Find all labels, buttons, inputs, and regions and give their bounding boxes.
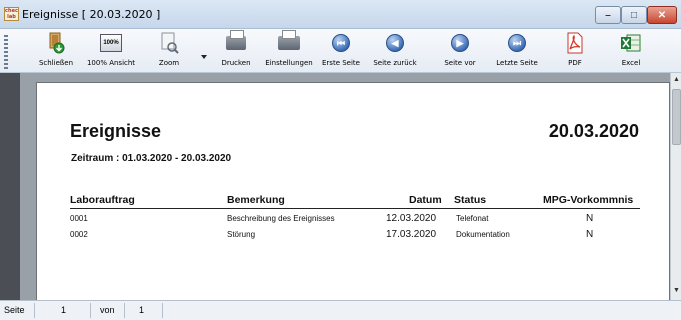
minimize-button[interactable]: – — [595, 6, 621, 24]
status-bar: Seite 1 von 1 — [0, 300, 681, 320]
zoom-100-button[interactable]: 100% 100% Ansicht — [86, 32, 136, 70]
toolbar-grip[interactable] — [4, 35, 8, 69]
toolbar: Schließen 100% 100% Ansicht Zoom Drucken… — [0, 29, 681, 73]
maximize-button[interactable]: □ — [621, 6, 647, 24]
close-door-icon — [45, 32, 67, 54]
first-page-label: Erste Seite — [322, 59, 360, 67]
printer-icon — [225, 30, 247, 54]
printer-settings-icon — [278, 30, 300, 54]
scroll-up-icon[interactable]: ▲ — [672, 75, 681, 85]
next-page-label: Seite vor — [444, 59, 476, 67]
zoom-page-icon — [158, 32, 180, 54]
previous-page-button[interactable]: ◀ Seite zurück — [370, 32, 420, 70]
report-page: Ereignisse 20.03.2020 Zeitraum : 01.03.2… — [36, 82, 670, 300]
zoom-100-label: 100% Ansicht — [86, 59, 136, 67]
pdf-label: PDF — [568, 59, 582, 67]
cell-bemerkung: Beschreibung des Ereignisses — [227, 214, 335, 223]
app-icon: chec lab — [4, 7, 19, 21]
window-title-bar[interactable]: chec lab Ereignisse [ 20.03.2020 ] – □ ✕ — [0, 0, 681, 29]
previous-page-label: Seite zurück — [373, 59, 417, 67]
report-date-range: Zeitraum : 01.03.2020 - 20.03.2020 — [71, 153, 232, 164]
report-preview-area[interactable]: Ereignisse 20.03.2020 Zeitraum : 01.03.2… — [0, 73, 681, 300]
print-button[interactable]: Drucken — [216, 30, 256, 70]
close-window-button[interactable]: ✕ — [647, 6, 677, 24]
status-page-total: 1 — [139, 305, 145, 315]
cell-datum: 12.03.2020 — [386, 213, 437, 224]
cell-status: Dokumentation — [456, 230, 510, 239]
column-header-status: Status — [454, 194, 487, 206]
close-button[interactable]: Schließen — [36, 32, 76, 70]
cell-mpg: N — [586, 229, 594, 240]
next-page-icon: ▶ — [449, 32, 471, 54]
last-page-icon: ⏭ — [506, 32, 528, 54]
report-title: Ereignisse — [70, 121, 162, 141]
zoom-dropdown-caret-icon[interactable] — [201, 55, 207, 59]
cell-datum: 17.03.2020 — [386, 229, 437, 240]
print-label: Drucken — [221, 59, 251, 67]
zoom-100-icon: 100% — [100, 32, 122, 54]
zoom-button[interactable]: Zoom — [152, 32, 186, 70]
status-page-number: 1 — [61, 305, 67, 315]
vertical-scrollbar[interactable]: ▲ ▼ — [670, 73, 681, 300]
close-button-label: Schließen — [38, 59, 74, 67]
pdf-icon — [564, 32, 586, 54]
preview-margin — [0, 73, 20, 300]
last-page-label: Letzte Seite — [496, 59, 538, 67]
scroll-thumb[interactable] — [672, 89, 681, 145]
first-page-icon: ⏮ — [330, 32, 352, 54]
excel-icon — [620, 32, 642, 54]
cell-status: Telefonat — [456, 214, 489, 223]
first-page-button[interactable]: ⏮ Erste Seite — [318, 32, 364, 70]
status-of-label: von — [100, 305, 115, 315]
cell-laborauftrag: 0001 — [70, 214, 88, 223]
cell-laborauftrag: 0002 — [70, 230, 88, 239]
header-divider — [70, 208, 640, 209]
pdf-button[interactable]: PDF — [562, 32, 588, 70]
scroll-down-icon[interactable]: ▼ — [672, 286, 681, 296]
settings-label: Einstellungen — [265, 59, 313, 67]
settings-button[interactable]: Einstellungen — [262, 30, 316, 70]
window-title: Ereignisse [ 20.03.2020 ] — [22, 8, 161, 21]
next-page-button[interactable]: ▶ Seite vor — [440, 32, 480, 70]
status-page-label: Seite — [4, 305, 25, 315]
column-header-datum: Datum — [409, 194, 442, 206]
column-header-mpg: MPG-Vorkommnis — [543, 194, 634, 206]
column-header-bemerkung: Bemerkung — [227, 194, 285, 206]
excel-label: Excel — [621, 59, 641, 67]
cell-mpg: N — [586, 213, 594, 224]
excel-button[interactable]: Excel — [617, 32, 645, 70]
zoom-label: Zoom — [158, 59, 180, 67]
previous-page-icon: ◀ — [384, 32, 406, 54]
last-page-button[interactable]: ⏭ Letzte Seite — [492, 32, 542, 70]
report-date: 20.03.2020 — [548, 121, 639, 141]
cell-bemerkung: Störung — [227, 230, 256, 239]
column-header-laborauftrag: Laborauftrag — [70, 194, 135, 206]
